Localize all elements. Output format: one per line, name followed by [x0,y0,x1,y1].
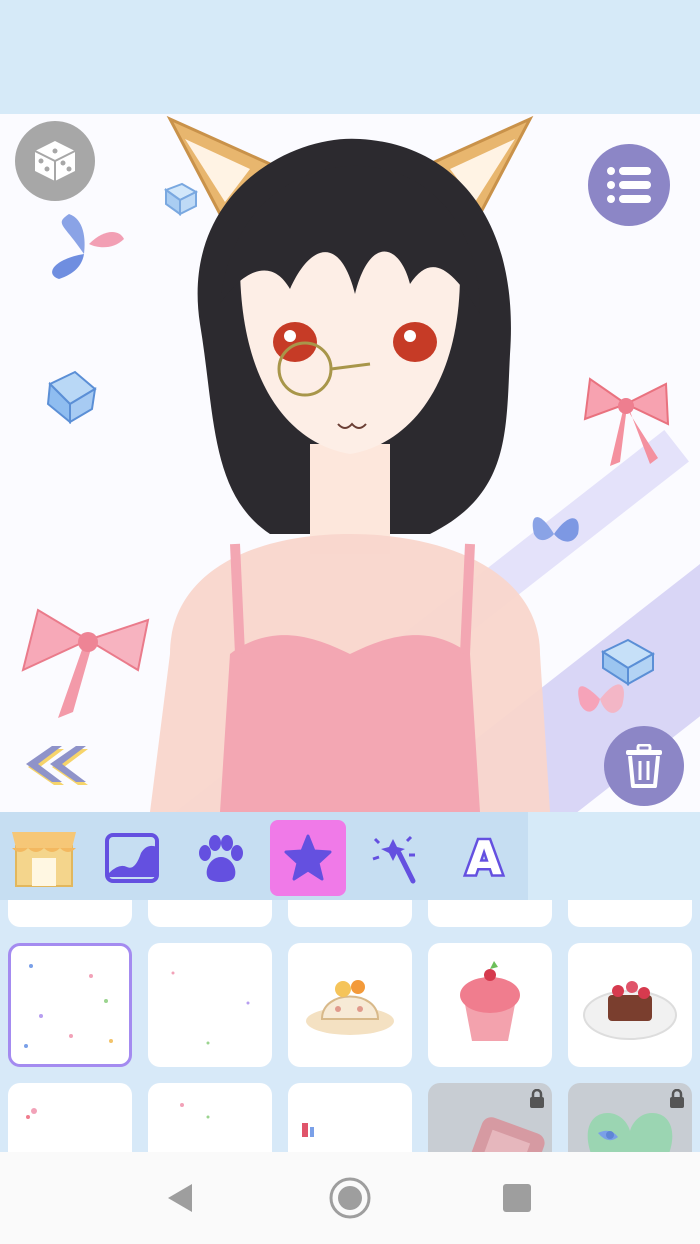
tab-stickers[interactable] [270,820,346,896]
grid-item-star-sparkles[interactable] [148,1083,272,1152]
randomize-button[interactable] [15,121,95,201]
grid-item-tiny-ribbon[interactable] [288,1083,412,1152]
double-chevron-left-icon [26,746,88,785]
category-toolbar: A [0,812,528,900]
trash-icon [626,744,662,788]
avatar-canvas [0,114,700,812]
triangle-back-icon [168,1184,192,1212]
butterfly-icon [578,684,624,713]
grid-item-heart-box[interactable] [568,1083,692,1152]
grid-item-game-console[interactable] [428,1083,552,1152]
tab-pets[interactable] [182,820,258,896]
text-tab-label: A [464,831,505,885]
list-icon [607,167,651,203]
dice-icon [34,141,76,181]
tab-background[interactable] [94,820,170,896]
grid-item-parfait[interactable] [428,943,552,1067]
grid-item[interactable] [288,900,412,927]
sticker-grid [0,900,700,1152]
butterfly-icon [52,214,124,279]
system-navigation-bar [0,1152,700,1244]
lock-icon [530,1089,544,1108]
paw-icon [199,835,243,882]
square-recents-icon [503,1184,531,1212]
status-area [0,0,700,114]
nav-recents-button[interactable] [493,1174,541,1222]
fruit-cake-icon [306,980,394,1035]
grid-item-fruit-cake[interactable] [288,943,412,1067]
shop-icon [12,832,76,887]
star-icon [284,834,332,881]
menu-button[interactable] [588,144,670,226]
delete-button[interactable] [604,726,684,806]
grid-item[interactable] [8,900,132,927]
sparkles-icon [171,971,250,1045]
magic-wand-icon [372,835,416,884]
nav-home-button[interactable] [326,1174,374,1222]
ice-cube-icon [46,370,97,424]
grid-item[interactable] [148,900,272,927]
star-sparkles-icon [180,1103,210,1119]
confetti-icon [24,964,113,1048]
grid-item[interactable] [568,900,692,927]
lock-icon [670,1089,684,1108]
tab-text[interactable]: A [446,820,522,896]
background-image-icon [105,833,159,883]
character-illustration [150,115,550,812]
ribbon-confetti-icon [26,1108,37,1119]
grid-item-confetti[interactable] [8,943,132,1067]
grid-item[interactable] [428,900,552,927]
berry-parfait-icon [460,961,520,1041]
collapse-panel-button[interactable] [22,742,92,790]
tab-effects[interactable] [358,820,434,896]
grid-item-ribbon-confetti[interactable] [8,1083,132,1152]
nav-back-button[interactable] [157,1174,205,1222]
toolbar-spacer [528,812,700,900]
tiny-ribbon-icon [302,1123,314,1137]
circle-home-icon [329,1177,371,1219]
grid-item-dessert-plate[interactable] [568,943,692,1067]
tab-shop[interactable] [6,820,82,896]
ribbon-bow-icon [583,377,670,466]
berry-dessert-icon [583,981,677,1040]
grid-item-sparkles[interactable] [148,943,272,1067]
